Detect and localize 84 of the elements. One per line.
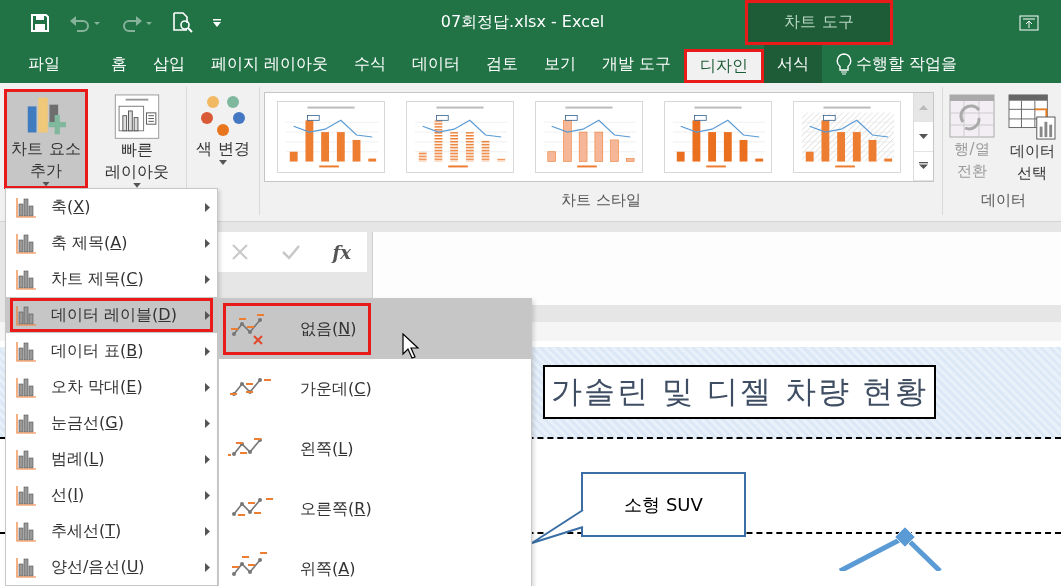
chart-tools-label: 차트 도구 bbox=[745, 0, 893, 45]
ribbon-tab[interactable]: 페이지 레이아웃 bbox=[198, 45, 342, 83]
cancel-icon[interactable] bbox=[230, 243, 249, 261]
window-title: 07회정답.xlsx - Excel bbox=[439, 11, 606, 33]
check-icon[interactable] bbox=[280, 243, 301, 261]
ribbon-tab[interactable]: 디자인 bbox=[684, 49, 765, 83]
chart-title: 가솔린 및 디젤 차량 현황 bbox=[543, 365, 937, 419]
data-label-menu-item[interactable]: 없음(N) bbox=[219, 299, 531, 359]
chart-element-icon bbox=[15, 412, 37, 434]
mouse-pointer-icon bbox=[402, 333, 420, 359]
print-preview-icon bbox=[172, 11, 194, 34]
submenu-arrow-icon bbox=[205, 310, 210, 320]
data-label-menu-item[interactable]: 오른쪽(R) bbox=[219, 479, 531, 539]
submenu-arrow-icon bbox=[205, 202, 210, 212]
chart-element-menu-item[interactable]: 축 제목(A) bbox=[6, 225, 217, 261]
ribbon-display-icon[interactable] bbox=[1019, 14, 1039, 31]
submenu-arrow-icon bbox=[205, 238, 210, 248]
chart-style-option[interactable] bbox=[406, 101, 514, 173]
tell-me-text[interactable]: 수행할 작업을 bbox=[856, 53, 958, 75]
chart-element-menu-item[interactable]: 추세선(T) bbox=[6, 513, 217, 549]
chart-element-menu-item[interactable]: 축(X) bbox=[6, 189, 217, 225]
chart-element-icon bbox=[15, 304, 37, 326]
chart-element-menu-item[interactable]: 오차 막대(E) bbox=[6, 369, 217, 405]
submenu-arrow-icon bbox=[205, 526, 210, 536]
submenu-arrow-icon bbox=[205, 418, 210, 428]
quick-layout-button[interactable]: 빠른 레이아웃 bbox=[92, 89, 182, 189]
chart-element-menu-item[interactable]: 차트 제목(C) bbox=[6, 261, 217, 297]
data-table-icon bbox=[1007, 94, 1057, 140]
caret-icon bbox=[42, 181, 50, 186]
chart-element-icon bbox=[15, 196, 37, 218]
chart-element-icon bbox=[15, 484, 37, 506]
group-label: 차트 스타일 bbox=[560, 191, 642, 211]
chart-style-option[interactable] bbox=[793, 101, 901, 173]
chart-element-icon bbox=[15, 448, 37, 470]
chart-style-option[interactable] bbox=[535, 101, 643, 173]
data-label-menu-item[interactable]: 가운데(C) bbox=[219, 359, 531, 419]
data-label-menu-item[interactable]: 위쪽(A) bbox=[219, 539, 531, 586]
submenu-arrow-icon bbox=[205, 562, 210, 572]
callout-label: 소형 SUV bbox=[581, 472, 746, 537]
chart-element-icon bbox=[15, 268, 37, 290]
insert-function-button[interactable]: fx bbox=[332, 241, 352, 263]
chart-style-option[interactable] bbox=[277, 101, 385, 173]
chart-element-icon bbox=[15, 232, 37, 254]
ribbon-tab[interactable]: 서식 bbox=[764, 45, 823, 83]
submenu-arrow-icon bbox=[205, 382, 210, 392]
submenu-arrow-icon bbox=[205, 454, 210, 464]
select-data-button[interactable]: 데이터 선택 bbox=[1003, 89, 1061, 185]
chart-element-menu-item[interactable]: 데이터 레이블(D) bbox=[6, 297, 217, 333]
chart-element-icon bbox=[15, 376, 37, 398]
layout-thumbnail-icon bbox=[113, 94, 161, 140]
group-label: 데이터 bbox=[979, 191, 1027, 211]
submenu-arrow-icon bbox=[205, 490, 210, 500]
chart-element-menu-item[interactable]: 선(I) bbox=[6, 477, 217, 513]
more-icon bbox=[919, 162, 928, 170]
ribbon-tab[interactable]: 검토 bbox=[473, 45, 532, 83]
chart-element-menu-item[interactable]: 데이터 표(B) bbox=[6, 333, 217, 369]
ribbon-tab[interactable]: 데이터 bbox=[399, 45, 474, 83]
chart-element-icon bbox=[15, 340, 37, 362]
lightbulb-icon bbox=[836, 53, 853, 75]
color-dots-icon bbox=[201, 94, 245, 138]
ribbon-tab[interactable]: 삽입 bbox=[140, 45, 198, 83]
formula-input[interactable] bbox=[372, 232, 1061, 305]
customize-caret-icon bbox=[212, 17, 222, 28]
data-label-menu-item[interactable]: 왼쪽(L) bbox=[219, 419, 531, 479]
ribbon-tab[interactable]: 홈 bbox=[98, 45, 140, 83]
chart-element-menu-item[interactable]: 양선/음선(U) bbox=[6, 549, 217, 585]
chart-element-menu-item[interactable]: 눈금선(G) bbox=[6, 405, 217, 441]
chart-element-icon bbox=[15, 556, 37, 578]
caret-icon bbox=[219, 160, 227, 165]
chart-style-option[interactable] bbox=[664, 101, 772, 173]
change-colors-button[interactable]: 색 변경 bbox=[191, 89, 255, 189]
save-icon bbox=[30, 12, 50, 33]
submenu-arrow-icon bbox=[205, 346, 210, 356]
ribbon-tab[interactable]: 파일 bbox=[6, 45, 82, 83]
switch-grid-icon bbox=[949, 94, 995, 138]
chart-element-icon bbox=[15, 520, 37, 542]
ribbon-tab[interactable]: 수식 bbox=[341, 45, 400, 83]
down-icon bbox=[919, 134, 928, 139]
up-icon bbox=[919, 104, 928, 110]
add-chart-element-button[interactable]: 차트 요소 추가 bbox=[4, 89, 88, 189]
ribbon-tab[interactable]: 개발 도구 bbox=[589, 45, 685, 83]
submenu-arrow-icon bbox=[205, 274, 210, 284]
chart-element-menu-item[interactable]: 범례(L) bbox=[6, 441, 217, 477]
ribbon-tab[interactable]: 보기 bbox=[531, 45, 590, 83]
